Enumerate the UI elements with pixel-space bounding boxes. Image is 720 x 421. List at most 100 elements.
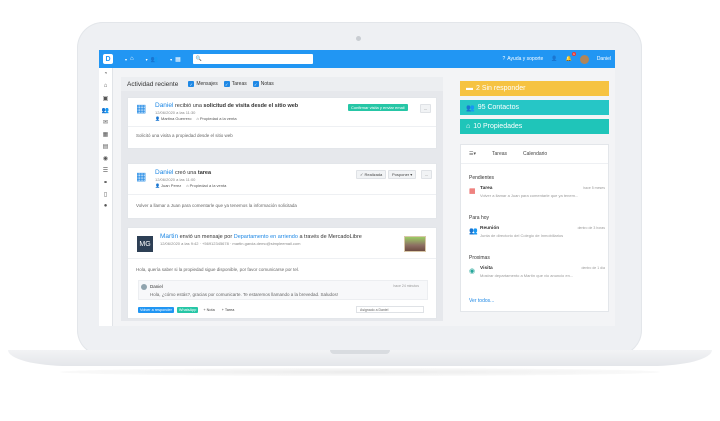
calendar-icon: ▦	[469, 188, 476, 195]
nav-properties[interactable]: ▾ ▦	[170, 56, 181, 63]
stat-unanswered[interactable]: ▬ 2 Sin responder	[460, 81, 609, 96]
user-icon: 👤	[155, 183, 160, 188]
dashboard-icon[interactable]: ◔	[99, 68, 112, 80]
reply-body: Hola, ¿cómo estás?, gracias por comunica…	[150, 292, 339, 297]
filter-tasks[interactable]: ✓ Tareas	[223, 81, 247, 87]
checkbox-icon: ✓	[252, 81, 259, 87]
help-link[interactable]: ? Ayuda y soporte	[503, 56, 544, 62]
author-link[interactable]: Daniel	[155, 102, 173, 109]
title-bold: tarea	[197, 170, 212, 176]
document-icon[interactable]: ▯	[99, 188, 112, 200]
checkbox-icon: ✓	[223, 81, 230, 87]
tag-contact[interactable]: 👤 Martina Guerrero	[155, 116, 191, 121]
avatar[interactable]	[579, 54, 589, 64]
author-link[interactable]: Martin	[160, 233, 178, 240]
filter-notes[interactable]: ✓ Notas	[252, 81, 274, 87]
help-label: Ayuda y soporte	[507, 56, 544, 62]
task-item[interactable]: ◉ Visita dentro de 1 día Mostrar departa…	[469, 265, 605, 283]
activity-header: Actividad reciente ✓ Mensajes ✓ Tareas ✓ No…	[121, 77, 443, 91]
image-icon[interactable]: ▣	[99, 92, 112, 104]
property-link[interactable]: Departamento en arriendo	[234, 234, 298, 240]
task-desc: Junta de directorio del Colegio de Inmob…	[480, 233, 564, 238]
globe-icon[interactable]: ◉	[99, 152, 112, 164]
link-icon[interactable]: ⚭	[99, 176, 112, 188]
author-link[interactable]: Daniel	[155, 169, 173, 176]
filter-label: Tareas	[231, 81, 247, 87]
add-note-button[interactable]: + Nota	[201, 307, 216, 313]
list-icon[interactable]: ☰▾	[469, 151, 476, 157]
property-thumbnail[interactable]	[404, 236, 426, 252]
reply-time: hace 24 minutos	[393, 284, 419, 288]
chevron-down-icon: ▾	[145, 56, 148, 62]
home-icon[interactable]: ⌂	[99, 80, 112, 92]
task-desc: Volver a llamar a Juan para comentarle q…	[480, 193, 579, 198]
avatar	[141, 284, 147, 290]
card-body: Solicitó una visita a propiedad desde el…	[136, 133, 233, 138]
reply-again-button[interactable]: Volver a responder	[138, 307, 174, 313]
building-icon: ▦	[175, 56, 181, 63]
top-bar-right: ? Ayuda y soporte 👤 🔔 1 Daniel	[503, 52, 611, 64]
user-icon: 👤	[155, 116, 160, 121]
see-all-link[interactable]: Ver todos...	[469, 298, 494, 304]
tab-calendar[interactable]: Calendario	[523, 151, 547, 157]
globe-icon: ◉	[469, 268, 476, 275]
contacts-icon: 👥	[466, 104, 475, 112]
activity-card-message: MG Martin envió un mensaje por Departame…	[127, 227, 437, 319]
laptop-mockup: D ▾ ⌂ ▾ 👥 ▾ ▦ 🔍 ? Ayuda y soporte 👤 🔔 1 Danie…	[0, 0, 720, 421]
user-icon[interactable]: ●	[99, 200, 112, 212]
more-button[interactable]: ...	[421, 170, 433, 179]
stat-label: 2 Sin responder	[476, 85, 526, 92]
reply-author: Daniel	[150, 284, 163, 289]
checkbox-icon: ✓	[188, 81, 195, 87]
task-item[interactable]: ▦ Tarea hace 5 meses Volver a llamar a J…	[469, 185, 605, 203]
stat-label: 95 Contactos	[477, 104, 519, 111]
calendar-icon: ▦	[136, 103, 147, 115]
add-task-button[interactable]: + Tarea	[220, 307, 237, 313]
search-input[interactable]: 🔍	[192, 54, 313, 64]
calendar-icon[interactable]: ▦	[99, 128, 112, 140]
chart-icon[interactable]: ▤	[99, 140, 112, 152]
assignee-select[interactable]: Asignado a Daniel	[356, 306, 424, 313]
divider	[128, 126, 436, 127]
stat-properties[interactable]: ⌂ 10 Propiedades	[460, 119, 609, 134]
postpone-button[interactable]: Posponer ▾	[388, 170, 417, 179]
card-title: Daniel creó una tarea	[155, 169, 211, 176]
task-name: Tarea	[480, 186, 493, 191]
more-button[interactable]: ...	[420, 104, 432, 113]
tag-property[interactable]: ⌂ Propiedad a la venta	[186, 183, 226, 188]
mail-icon[interactable]: ✉	[99, 116, 112, 128]
search-icon: 🔍	[195, 56, 203, 62]
contacts-icon[interactable]: 👥	[99, 104, 112, 116]
tag-contact[interactable]: 👤 Juan Perez	[155, 183, 181, 188]
add-user-icon[interactable]: 👤	[551, 56, 557, 62]
home-icon: ⌂	[130, 56, 134, 62]
confirm-visit-button[interactable]: Confirmar visita y enviar email	[348, 104, 408, 111]
nav-contacts[interactable]: ▾ 👥	[146, 56, 159, 63]
stat-contacts[interactable]: 👥 95 Contactos	[460, 100, 609, 115]
task-when: dentro de 3 horas	[577, 226, 605, 230]
tab-tasks[interactable]: Tareas	[492, 151, 507, 157]
tasks-tabs: ☰▾ Tareas Calendario	[469, 151, 547, 157]
message-actions: Volver a responder WhatsApp + Nota + Tar…	[138, 307, 236, 313]
whatsapp-button[interactable]: WhatsApp	[176, 307, 199, 313]
list-icon[interactable]: ☰	[99, 164, 112, 176]
nav-home[interactable]: ▾ ⌂	[125, 56, 134, 62]
filter-messages[interactable]: ✓ Mensajes	[188, 81, 218, 87]
tasks-panel: ☰▾ Tareas Calendario Pendientes ▦ Tarea …	[460, 144, 609, 312]
task-name: Reunión	[480, 226, 500, 231]
divider	[128, 258, 436, 259]
home-icon: ⌂	[196, 116, 199, 121]
done-button[interactable]: ✓ Realizada	[356, 170, 387, 179]
filter-label: Mensajes	[196, 81, 218, 87]
tag-property[interactable]: ⌂ Propiedad a la venta	[196, 116, 236, 121]
task-item[interactable]: 👥 Reunión dentro de 3 horas Junta de dir…	[469, 225, 605, 243]
stat-label: 10 Propiedades	[473, 123, 523, 130]
notification-badge: 1	[572, 52, 576, 56]
app-logo[interactable]: D	[103, 54, 113, 64]
section-pending: Pendientes	[469, 175, 495, 181]
card-body: Volver a llamar a Juan para comentarle q…	[136, 203, 297, 208]
notifications-button[interactable]: 🔔 1	[566, 52, 576, 62]
task-when: hace 5 meses	[583, 186, 605, 190]
card-body: Hola, quería saber si la propiedad sigue…	[136, 267, 300, 272]
user-name[interactable]: Daniel	[597, 56, 611, 62]
